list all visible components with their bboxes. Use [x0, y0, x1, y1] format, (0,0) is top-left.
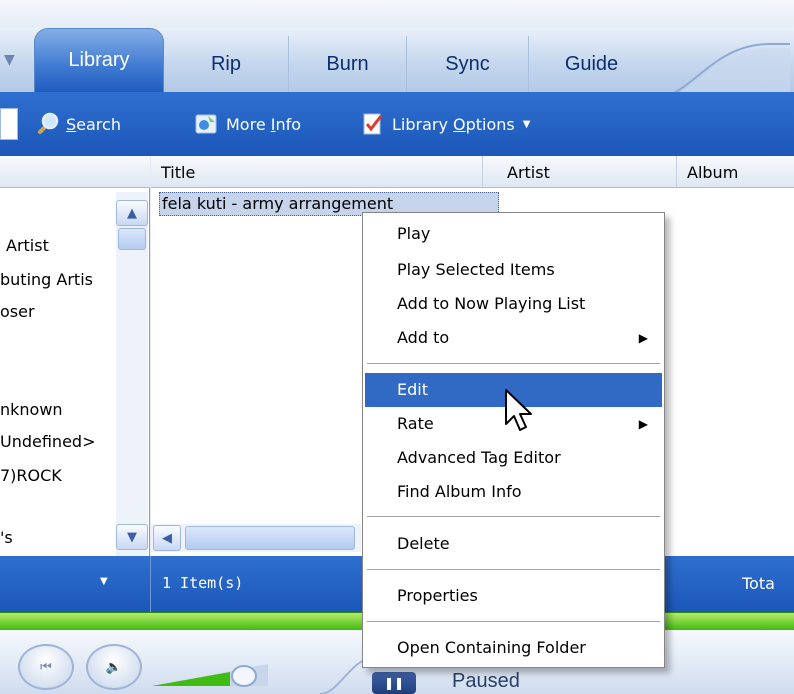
item-count-label: 1 Item(s): [162, 574, 244, 592]
column-title-label: Title: [161, 162, 196, 182]
scrollbar-thumb[interactable]: [118, 228, 146, 250]
library-options-label-pre: Library: [392, 114, 454, 134]
tab-scroll-left-icon[interactable]: ▼: [4, 52, 15, 68]
playback-status: Paused: [452, 670, 520, 692]
tab-rip[interactable]: Rip: [164, 36, 288, 92]
tab-guide[interactable]: Guide: [528, 36, 654, 92]
navigation-pane-header: [0, 156, 150, 188]
column-header-title[interactable]: Title: [151, 156, 483, 188]
search-button[interactable]: Search: [36, 92, 121, 156]
nav-item-rock[interactable]: 7)ROCK: [0, 466, 62, 485]
more-info-label-post: nfo: [275, 114, 302, 134]
volume-slider[interactable]: [150, 656, 280, 692]
menu-item-add-to-now-playing[interactable]: Add to Now Playing List: [365, 287, 662, 321]
search-label: earch: [76, 114, 121, 134]
tab-sync-label: Sync: [445, 52, 490, 75]
more-info-label-pre: More: [226, 114, 271, 134]
menu-item-label: Advanced Tag Editor: [397, 448, 561, 467]
list-horizontal-scrollbar[interactable]: ◀: [151, 524, 361, 552]
horizontal-scrollbar-thumb[interactable]: [185, 526, 355, 550]
submenu-arrow-icon: ▶: [638, 331, 648, 345]
menu-item-advanced-tag-editor[interactable]: Advanced Tag Editor: [365, 441, 662, 475]
library-options-button[interactable]: Library Options ▼: [362, 92, 530, 156]
tab-bar: ▼ Library Rip Burn Sync Guide: [0, 28, 794, 102]
nav-item-unknown[interactable]: nknown: [0, 400, 63, 419]
nav-item-composer[interactable]: oser: [0, 302, 35, 321]
context-menu: Play Play Selected Items Add to Now Play…: [362, 212, 665, 668]
nav-item-contributing-artist[interactable]: buting Artis: [0, 270, 93, 289]
column-header-artist[interactable]: Artist: [483, 156, 677, 188]
column-artist-label: Artist: [507, 162, 550, 182]
library-options-icon: [363, 113, 383, 135]
navigation-vertical-scrollbar[interactable]: ▲ ▼: [116, 192, 148, 556]
scroll-left-arrow-icon[interactable]: ◀: [153, 525, 181, 551]
chevron-down-icon: ▼: [522, 118, 531, 130]
library-toolbar: Search More Info Library Options ▼: [0, 92, 794, 156]
menu-item-find-album-info[interactable]: Find Album Info: [365, 475, 662, 509]
scroll-up-arrow-icon[interactable]: ▲: [116, 200, 148, 226]
mute-speaker-icon[interactable]: 🔈: [86, 644, 142, 690]
tab-sync[interactable]: Sync: [406, 36, 528, 92]
nav-item-misc[interactable]: 's: [0, 528, 13, 547]
volume-slider-thumb: [231, 665, 257, 687]
menu-item-label: Edit: [397, 380, 428, 399]
scroll-down-arrow-icon[interactable]: ▼: [116, 524, 148, 550]
track-title: fela kuti - army arrangement: [162, 194, 394, 213]
submenu-arrow-icon: ▶: [638, 417, 648, 431]
tab-rip-label: Rip: [210, 52, 241, 75]
search-hotkey: S: [66, 114, 77, 134]
menu-item-label: Delete: [397, 534, 450, 553]
library-options-hotkey: O: [453, 114, 466, 134]
pause-button[interactable]: ❚❚: [372, 672, 416, 694]
total-label: Tota: [742, 574, 775, 593]
tab-library[interactable]: Library: [34, 28, 164, 92]
menu-separator: [367, 516, 660, 517]
menu-item-play-selected-items[interactable]: Play Selected Items: [365, 253, 662, 287]
menu-item-label: Play Selected Items: [397, 260, 555, 279]
menu-item-open-containing-folder[interactable]: Open Containing Folder: [365, 631, 662, 665]
tab-guide-label: Guide: [564, 52, 619, 75]
search-magnifier-icon: [38, 112, 59, 134]
nav-item-artist[interactable]: Artist: [6, 236, 49, 255]
menu-item-label: Add to: [397, 328, 450, 347]
pause-icon: ❚❚: [383, 676, 405, 690]
tab-burn-label: Burn: [326, 52, 369, 75]
status-divider: [150, 556, 151, 612]
more-info-button[interactable]: More Info: [194, 92, 301, 156]
menu-item-label: Properties: [397, 586, 478, 605]
menu-item-label: Add to Now Playing List: [397, 294, 586, 313]
tab-library-label: Library: [68, 49, 130, 71]
menu-item-label: Play: [397, 224, 431, 243]
column-header-row: Title Artist Album: [151, 156, 794, 188]
menu-separator: [367, 569, 660, 570]
menu-item-label: Open Containing Folder: [397, 638, 586, 657]
view-options-dropdown-icon[interactable]: ▼: [100, 576, 108, 587]
column-header-album[interactable]: Album: [677, 156, 794, 188]
nav-item-undefined[interactable]: Undefined>: [0, 432, 95, 451]
library-options-label-post: ptions: [465, 114, 515, 134]
library-navigation-pane: Artist buting Artis oser nknown Undefine…: [0, 156, 150, 556]
menu-item-delete[interactable]: Delete: [365, 527, 662, 561]
more-info-icon: [195, 114, 217, 134]
menu-item-properties[interactable]: Properties: [365, 579, 662, 613]
previous-track-icon[interactable]: ⏮: [18, 644, 74, 690]
menu-item-label: Rate: [397, 414, 434, 433]
column-album-label: Album: [687, 162, 739, 182]
menu-separator: [367, 363, 660, 364]
tab-burn[interactable]: Burn: [288, 36, 406, 92]
menu-item-play[interactable]: Play: [365, 217, 662, 251]
menu-separator: [367, 621, 660, 622]
menu-item-add-to[interactable]: Add to ▶: [365, 321, 662, 355]
menu-item-label: Find Album Info: [397, 482, 522, 501]
window-top-strip: [0, 0, 794, 28]
search-input[interactable]: [0, 108, 18, 140]
mouse-pointer-icon: [505, 389, 532, 431]
